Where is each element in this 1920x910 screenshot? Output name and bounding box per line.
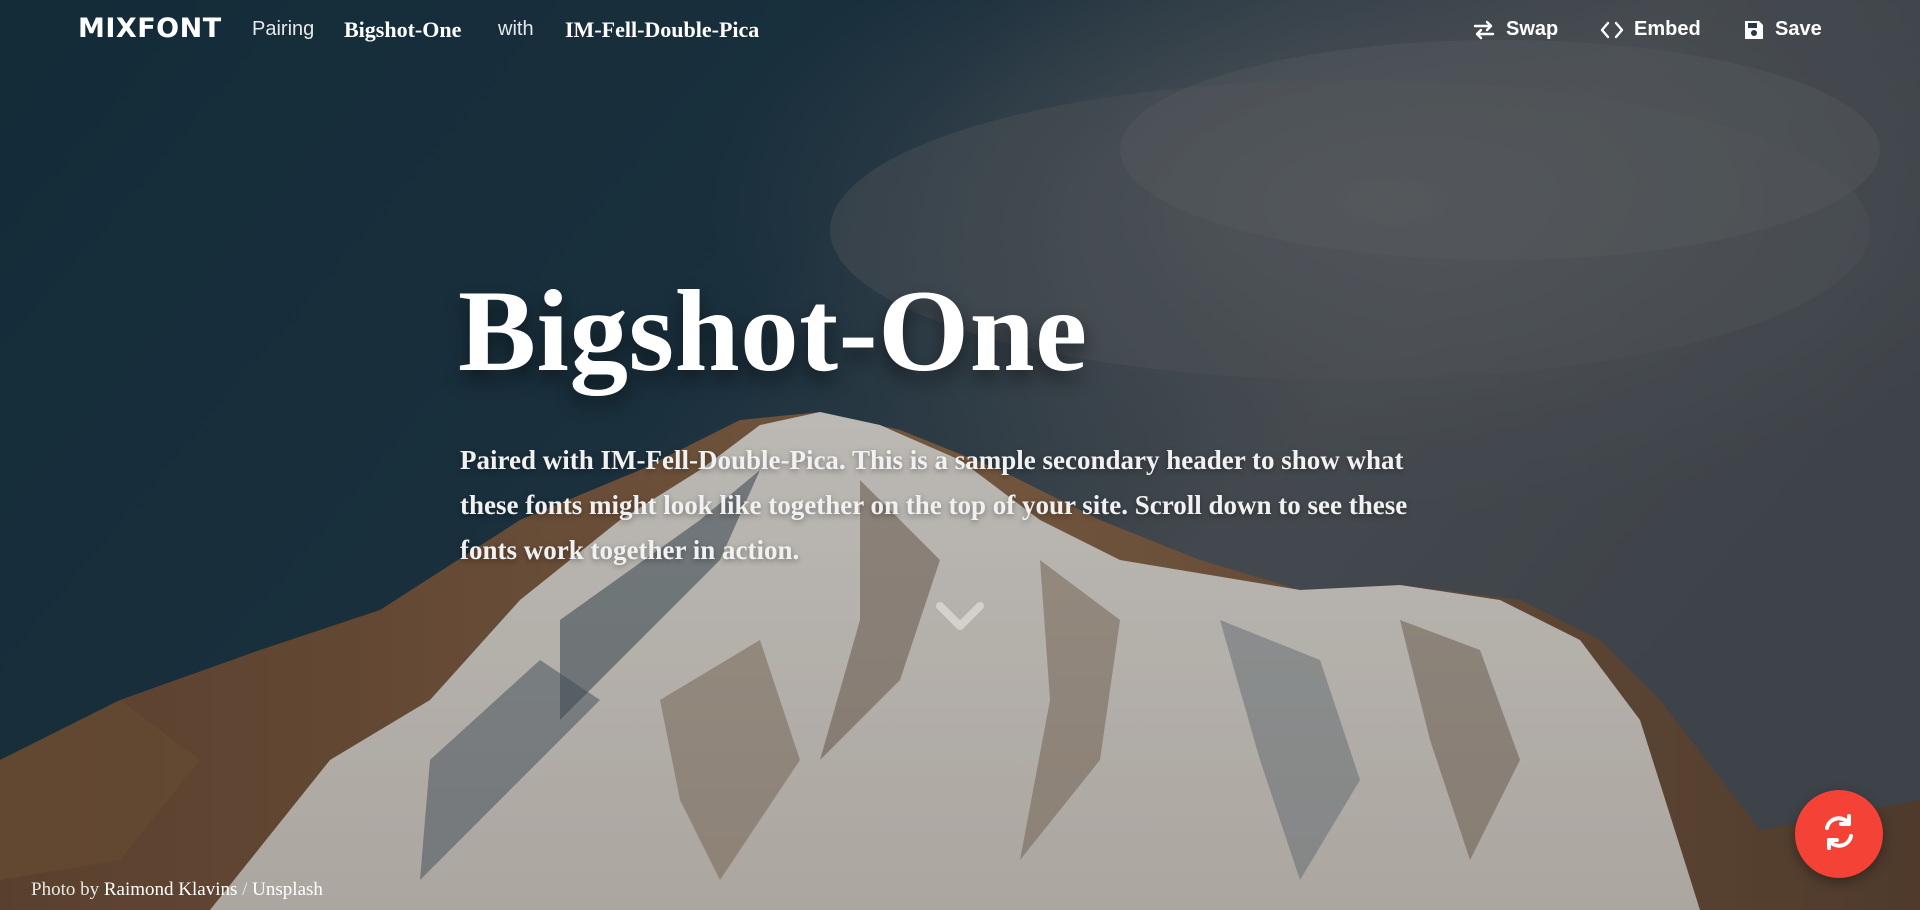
swap-label: Swap — [1506, 18, 1559, 40]
top-navigation: MIXFONT Pairing Bigshot-One with IM-Fell… — [0, 0, 1920, 62]
embed-label: Embed — [1634, 18, 1701, 40]
hero-subtitle: Paired with IM-Fell-Double-Pica. This is… — [460, 445, 1408, 565]
credit-separator: / — [242, 879, 248, 900]
credit-source-link[interactable]: Unsplash — [252, 879, 323, 900]
swap-button[interactable]: Swap — [1472, 18, 1558, 41]
refresh-icon — [1817, 810, 1861, 859]
code-icon — [1600, 20, 1624, 40]
embed-button[interactable]: Embed — [1600, 18, 1701, 41]
floppy-disk-icon — [1743, 19, 1765, 41]
pairing-label: Pairing — [252, 18, 315, 40]
scroll-down-button[interactable] — [936, 600, 984, 639]
hero-title: Bigshot-One — [458, 267, 1088, 396]
with-label: with — [498, 18, 534, 40]
primary-font-link[interactable]: Bigshot-One — [344, 17, 461, 43]
credit-prefix: Photo by — [31, 879, 100, 900]
credit-author-link[interactable]: Raimond Klavins — [104, 879, 238, 900]
secondary-font-link[interactable]: IM-Fell-Double-Pica — [565, 17, 759, 43]
save-label: Save — [1775, 18, 1822, 40]
photo-credit: Photo by Raimond Klavins / Unsplash — [31, 879, 323, 901]
logo[interactable]: MIXFONT — [78, 13, 222, 44]
swap-icon — [1472, 20, 1496, 40]
refresh-pairing-button[interactable] — [1795, 790, 1883, 878]
chevron-down-icon — [936, 602, 984, 638]
save-button[interactable]: Save — [1743, 18, 1822, 41]
